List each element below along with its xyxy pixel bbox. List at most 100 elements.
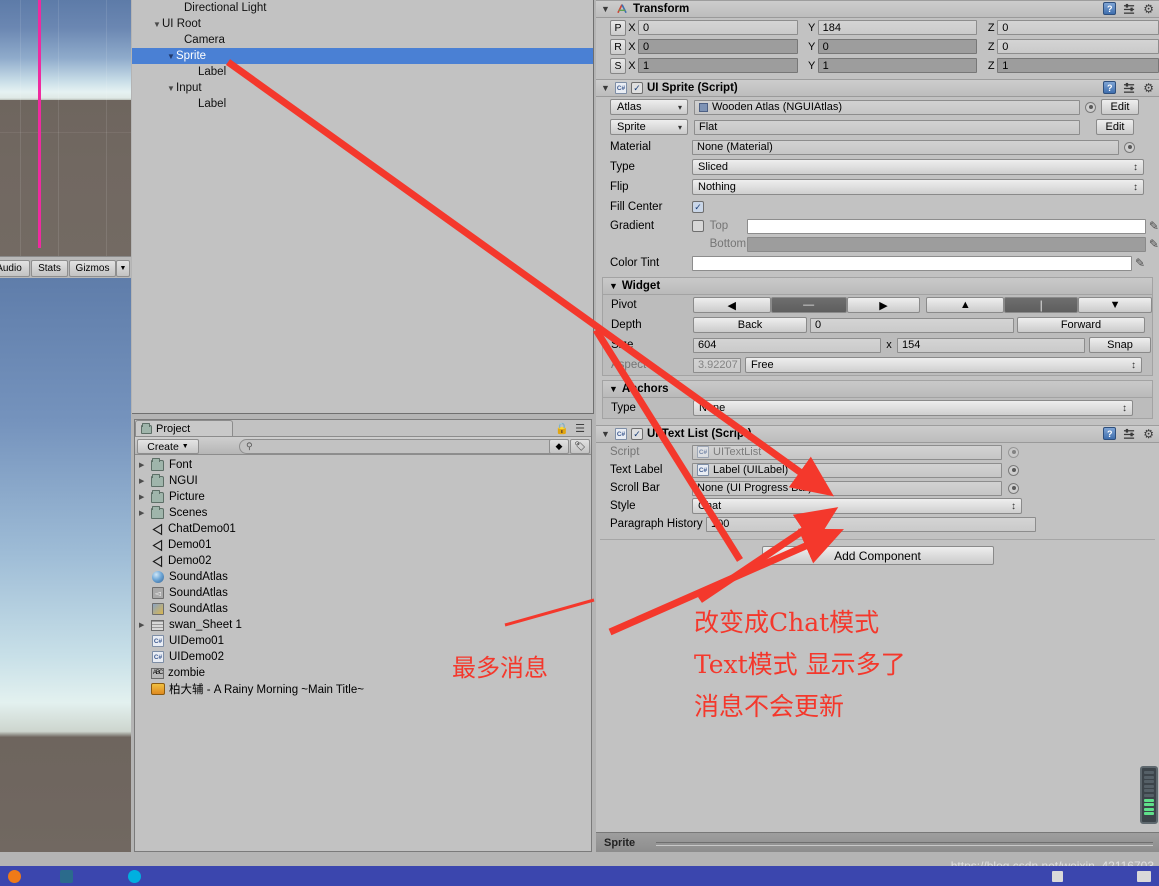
project-item-font[interactable]: ▶ Font <box>135 457 591 473</box>
game-view[interactable] <box>0 278 131 852</box>
pivot-row[interactable]: Pivot ◀ — ▶ ▲ ❘ ▼ <box>603 295 1152 315</box>
position-y-field[interactable]: 184 <box>817 20 978 35</box>
atlas-object-field[interactable]: Wooden Atlas (NGUIAtlas) <box>694 99 1080 115</box>
chevron-right-icon[interactable]: ▶ <box>139 461 151 469</box>
pivot-right-button[interactable]: ▶ <box>846 297 921 313</box>
help-icon[interactable]: ? <box>1103 2 1117 15</box>
ui-sprite-enabled-checkbox[interactable]: ✓ <box>631 82 643 94</box>
gradient-bottom-color[interactable] <box>747 236 1146 252</box>
scene-view[interactable] <box>0 0 131 256</box>
sprite-dropdown[interactable]: Sprite <box>610 119 688 135</box>
project-item-soundatlas-material[interactable]: SoundAtlas <box>135 601 591 617</box>
add-component-button[interactable]: Add Component <box>761 546 994 565</box>
project-item-ngui[interactable]: ▶ NGUI <box>135 473 591 489</box>
fill-center-checkbox[interactable]: ✓ <box>692 201 704 213</box>
gear-icon[interactable]: ⚙ <box>1143 428 1154 440</box>
rotation-z-field[interactable]: 0 <box>997 39 1159 54</box>
anchors-section-header[interactable]: ▼ Anchors <box>603 381 1152 398</box>
transform-scale-row[interactable]: S X 1 Y 1 Z 1 <box>596 56 1159 75</box>
depth-row[interactable]: Depth Back 0 Forward <box>603 315 1152 335</box>
anchors-type-row[interactable]: Type None <box>603 398 1152 418</box>
script-row[interactable]: Script C# UITextList <box>596 443 1159 461</box>
gradient-checkbox[interactable] <box>691 220 704 232</box>
help-icon[interactable]: ? <box>1103 427 1117 440</box>
tab-project[interactable]: Project <box>135 420 233 437</box>
chevron-down-icon[interactable]: ▼ <box>166 84 176 93</box>
scroll-bar-object-picker[interactable] <box>1008 482 1019 494</box>
project-item-swan-sheet[interactable]: ▶ swan_Sheet 1 <box>135 617 591 633</box>
atlas-object-picker[interactable] <box>1085 101 1096 113</box>
color-tint-color-field[interactable] <box>692 255 1132 271</box>
pivot-bottom-button[interactable]: ▼ <box>1078 297 1152 313</box>
preset-icon[interactable] <box>1123 428 1136 440</box>
gradient-row[interactable]: Gradient Top ✎ <box>596 217 1159 235</box>
color-tint-row[interactable]: Color Tint ✎ <box>596 253 1159 273</box>
type-popup[interactable]: Sliced <box>692 159 1144 175</box>
eyedropper-icon[interactable]: ✎ <box>1149 237 1159 251</box>
hierarchy-panel[interactable]: Directional Light ▼ UI Root Camera ▼ Spr… <box>132 0 594 414</box>
taskbar[interactable]: 17:23 <box>0 866 1159 886</box>
hierarchy-item-input[interactable]: ▼ Input <box>132 80 593 96</box>
scale-y-field[interactable]: 1 <box>817 58 978 73</box>
scale-x-field[interactable]: 1 <box>637 58 798 73</box>
scale-z-field[interactable]: 1 <box>997 58 1159 73</box>
anchors-section[interactable]: ▼ Anchors Type None <box>602 380 1153 419</box>
aspect-value-field[interactable]: 3.92207 <box>693 357 741 373</box>
taskbar-app-icon-3[interactable] <box>128 870 141 883</box>
chevron-down-icon[interactable]: ▼ <box>600 83 611 93</box>
sprite-edit-button[interactable]: Edit <box>1096 119 1134 135</box>
aspect-row[interactable]: Aspect 3.92207 Free <box>603 355 1152 375</box>
eyedropper-icon[interactable]: ✎ <box>1149 219 1159 233</box>
chevron-right-icon[interactable]: ▶ <box>139 477 151 485</box>
project-item-chatdemo01[interactable]: ChatDemo01 <box>135 521 591 537</box>
position-toggle[interactable]: P <box>610 19 626 36</box>
chevron-down-icon[interactable]: ▼ <box>600 4 611 14</box>
pivot-vcenter-button[interactable]: ❘ <box>1004 297 1079 313</box>
gear-icon[interactable]: ⚙ <box>1143 82 1154 94</box>
inspector-panel[interactable]: ▼ Transform ? ⚙ P X 0 Y 184 Z 0 R X 0 Y … <box>596 0 1159 852</box>
hierarchy-item-label-2[interactable]: Label <box>132 96 593 112</box>
paragraph-history-field[interactable]: 100 <box>706 516 1036 532</box>
create-button[interactable]: Create ▼ <box>137 439 199 454</box>
sprite-row[interactable]: Sprite Flat Edit <box>596 117 1159 137</box>
chevron-down-icon[interactable]: ▼ <box>609 281 618 291</box>
lock-icon[interactable]: 🔒 <box>555 422 569 435</box>
project-item-uidemo01[interactable]: C# UIDemo01 <box>135 633 591 649</box>
project-item-demo02[interactable]: Demo02 <box>135 553 591 569</box>
project-item-music[interactable]: 柏大辅 - A Rainy Morning ~Main Title~ <box>135 681 591 697</box>
search-input[interactable]: ⚲ <box>239 439 569 454</box>
ui-text-list-component-header[interactable]: ▼ C# ✓ UI Text List (Script) ? ⚙ <box>596 425 1159 443</box>
atlas-edit-button[interactable]: Edit <box>1101 99 1139 115</box>
size-height-field[interactable]: 154 <box>897 337 1085 353</box>
atlas-dropdown[interactable]: Atlas <box>610 99 688 115</box>
scene-toolbar-audio-button[interactable]: Audio <box>0 260 30 277</box>
scene-toolbar-gizmos-button[interactable]: Gizmos <box>69 260 116 277</box>
filter-by-type-icon[interactable]: ◆ <box>549 439 569 454</box>
chevron-down-icon[interactable]: ▼ <box>600 429 611 439</box>
hierarchy-item-label-1[interactable]: Label <box>132 64 593 80</box>
menu-icon[interactable]: ☰ <box>575 422 585 435</box>
hierarchy-item-camera[interactable]: Camera <box>132 32 593 48</box>
transform-component-header[interactable]: ▼ Transform ? ⚙ <box>596 0 1159 18</box>
chevron-right-icon[interactable]: ▶ <box>139 621 151 629</box>
chevron-down-icon[interactable]: ▼ <box>116 260 130 277</box>
depth-value-field[interactable]: 0 <box>810 317 1014 333</box>
material-object-picker[interactable] <box>1124 141 1135 153</box>
flip-row[interactable]: Flip Nothing <box>596 177 1159 197</box>
tray-icon-1[interactable] <box>1052 871 1063 882</box>
rotation-y-field[interactable]: 0 <box>817 39 978 54</box>
project-toolbar[interactable]: Create ▼ ⚲ ◆ 🏷 <box>135 437 591 455</box>
depth-forward-button[interactable]: Forward <box>1017 317 1145 333</box>
chevron-right-icon[interactable]: ▶ <box>139 493 151 501</box>
preset-icon[interactable] <box>1123 82 1136 94</box>
help-icon[interactable]: ? <box>1103 81 1117 94</box>
chevron-down-icon[interactable]: ▼ <box>166 52 176 61</box>
scroll-bar-row[interactable]: Scroll Bar None (UI Progress Bar) <box>596 479 1159 497</box>
text-label-object-picker[interactable] <box>1008 464 1019 476</box>
text-label-row[interactable]: Text Label C# Label (UILabel) <box>596 461 1159 479</box>
size-snap-button[interactable]: Snap <box>1089 337 1151 353</box>
rotation-toggle[interactable]: R <box>610 38 626 55</box>
fill-center-row[interactable]: Fill Center ✓ <box>596 197 1159 217</box>
style-popup[interactable]: Chat <box>692 498 1022 514</box>
aspect-mode-popup[interactable]: Free <box>745 357 1142 373</box>
